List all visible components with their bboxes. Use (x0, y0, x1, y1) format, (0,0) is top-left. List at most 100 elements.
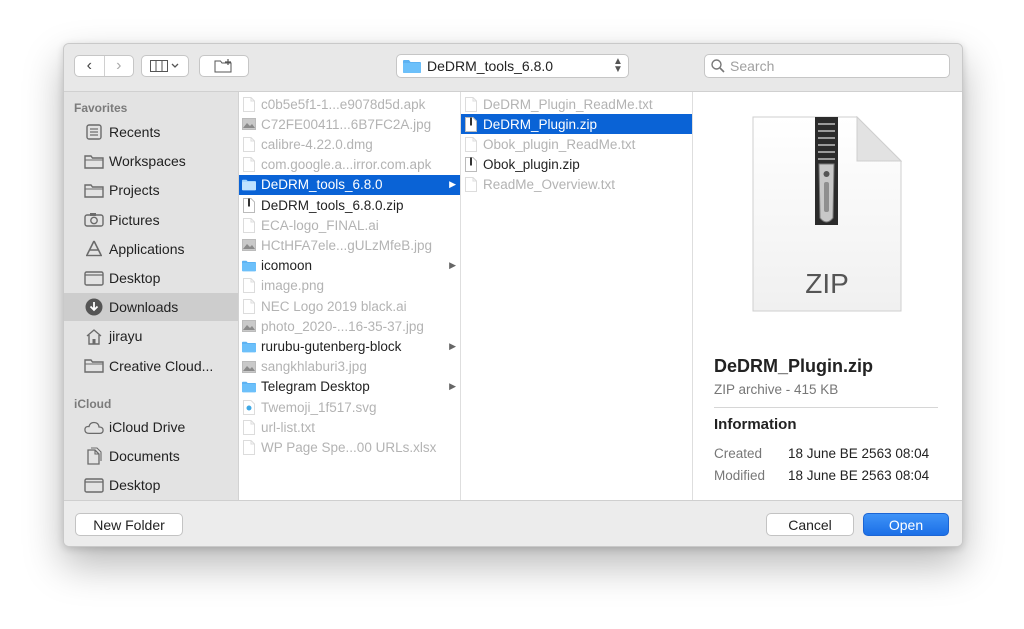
file-name: Telegram Desktop (261, 379, 370, 395)
file-name: icomoon (261, 258, 313, 274)
file-row[interactable]: ECA-logo_FINAL.ai (239, 215, 460, 235)
file-row[interactable]: C72FE00411...6B7FC2A.jpg (239, 114, 460, 134)
chevron-updown-icon: ▲ ▼ (613, 56, 623, 75)
sidebar-item-pictures[interactable]: Pictures (64, 206, 238, 234)
path-selector-label: DeDRM_tools_6.8.0 (427, 58, 554, 74)
back-button[interactable]: ‹ (75, 56, 105, 76)
sidebar-item-creative-cloud[interactable]: Creative Cloud... (64, 352, 238, 380)
file-name: Obok_plugin.zip (483, 157, 580, 173)
file-name: DeDRM_Plugin.zip (483, 116, 598, 132)
applications-icon (84, 240, 104, 258)
zip-file-icon (464, 116, 478, 132)
nav-buttons: ‹ › (74, 55, 134, 77)
chevron-right-icon: ▶ (449, 260, 456, 271)
desktop-icon (84, 476, 104, 494)
file-row[interactable]: c0b5e5f1-1...e9078d5d.apk (239, 94, 460, 114)
file-row[interactable]: url-list.txt (239, 417, 460, 437)
file-name: HCtHFA7ele...gULzMfeB.jpg (261, 237, 433, 253)
folder-icon (84, 181, 104, 199)
sidebar-item-projects[interactable]: Projects (64, 176, 238, 204)
document-icon (242, 399, 256, 415)
file-row[interactable]: photo_2020-...16-35-37.jpg (239, 316, 460, 336)
sidebar-item-label: Desktop (109, 477, 161, 494)
file-name: Twemoji_1f517.svg (261, 399, 377, 415)
document-icon (242, 419, 256, 435)
file-row[interactable]: image.png (239, 276, 460, 296)
folder-icon (242, 338, 256, 354)
open-button[interactable]: Open (863, 513, 949, 536)
file-name: photo_2020-...16-35-37.jpg (261, 318, 424, 334)
new-folder-toolbar-button[interactable] (199, 55, 249, 77)
sidebar-item-label: Documents (109, 448, 180, 465)
file-row[interactable]: DeDRM_Plugin_ReadMe.txt (461, 94, 692, 114)
sidebar-header-favorites: Favorites (74, 101, 128, 115)
created-value: 18 June BE 2563 08:04 (788, 446, 930, 461)
sidebar-item-icloud-drive[interactable]: iCloud Drive (64, 413, 238, 441)
document-icon (242, 217, 256, 233)
file-name: sangkhlaburi3.jpg (261, 359, 367, 375)
folder-row[interactable]: Telegram Desktop ▶ (239, 377, 460, 397)
folder-icon (242, 379, 256, 395)
file-name: calibre-4.22.0.dmg (261, 136, 373, 152)
file-name: NEC Logo 2019 black.ai (261, 298, 407, 314)
sidebar-item-label: jirayu (109, 328, 143, 345)
sidebar-item-documents[interactable]: Documents (64, 442, 238, 470)
file-row[interactable]: Twemoji_1f517.svg (239, 397, 460, 417)
file-name: DeDRM_Plugin_ReadMe.txt (483, 96, 653, 112)
chevron-right-icon: ▶ (449, 381, 456, 392)
forward-button[interactable]: › (105, 56, 134, 76)
zip-file-icon (464, 157, 478, 173)
sidebar-item-workspaces[interactable]: Workspaces (64, 147, 238, 175)
path-selector[interactable]: DeDRM_tools_6.8.0 ▲ ▼ (396, 54, 629, 78)
file-row[interactable]: calibre-4.22.0.dmg (239, 134, 460, 154)
modified-label: Modified (714, 468, 766, 483)
view-mode-button[interactable] (141, 55, 189, 77)
sidebar-item-jirayu[interactable]: jirayu (64, 322, 238, 350)
document-icon (464, 96, 478, 112)
sidebar-item-desktop[interactable]: Desktop (64, 264, 238, 292)
file-row[interactable]: sangkhlaburi3.jpg (239, 357, 460, 377)
file-row[interactable]: Obok_plugin.zip (461, 155, 692, 175)
file-row[interactable]: ReadMe_Overview.txt (461, 175, 692, 195)
sidebar-item-applications[interactable]: Applications (64, 235, 238, 263)
file-row[interactable]: Obok_plugin_ReadMe.txt (461, 134, 692, 154)
open-file-dialog: ‹ › DeDRM_tools_6.8.0 ▲ ▼ Search Favorit… (63, 43, 963, 547)
sidebar-item-recents[interactable]: Recents (64, 118, 238, 146)
folder-row[interactable]: DeDRM_tools_6.8.0 ▶ (239, 174, 460, 195)
file-column-downloads: c0b5e5f1-1...e9078d5d.apk C72FE00411...6B… (239, 92, 461, 500)
file-name: C72FE00411...6B7FC2A.jpg (261, 116, 432, 132)
image-file-icon (242, 318, 256, 334)
document-icon (242, 439, 256, 455)
sidebar-item-label: Projects (109, 182, 160, 199)
file-row[interactable]: com.google.a...irror.com.apk (239, 155, 460, 175)
folder-row[interactable]: icomoon ▶ (239, 256, 460, 276)
modified-value: 18 June BE 2563 08:04 (788, 468, 930, 483)
sidebar: Favorites Recents Workspaces Projects Pictu… (64, 92, 239, 500)
sidebar-item-label: Recents (109, 124, 161, 140)
preview-file-kind: ZIP archive - 415 KB (714, 382, 839, 397)
file-row[interactable]: WP Page Spe...00 URLs.xlsx (239, 437, 460, 457)
search-field[interactable]: Search (704, 54, 950, 78)
document-icon (242, 96, 256, 112)
file-row[interactable]: DeDRM_tools_6.8.0.zip (239, 195, 460, 215)
file-row[interactable]: DeDRM_Plugin.zip (461, 114, 692, 135)
new-folder-button[interactable]: New Folder (75, 513, 183, 536)
file-name: Obok_plugin_ReadMe.txt (483, 136, 636, 152)
cancel-button[interactable]: Cancel (766, 513, 854, 536)
folder-icon (84, 152, 104, 170)
folder-icon (242, 258, 256, 274)
sidebar-item-desktop[interactable]: Desktop (64, 471, 238, 499)
file-row[interactable]: NEC Logo 2019 black.ai (239, 296, 460, 316)
sidebar-item-downloads[interactable]: Downloads (64, 293, 238, 322)
document-icon (242, 278, 256, 294)
sidebar-item-label: Applications (109, 240, 185, 257)
desktop-icon (84, 269, 104, 287)
folder-icon (403, 60, 421, 73)
file-row[interactable]: HCtHFA7ele...gULzMfeB.jpg (239, 235, 460, 255)
file-name: DeDRM_tools_6.8.0 (261, 177, 383, 193)
folder-row[interactable]: rurubu-gutenberg-block ▶ (239, 336, 460, 356)
document-icon (242, 136, 256, 152)
information-heading: Information (714, 416, 797, 433)
download-icon (84, 298, 104, 316)
file-name: DeDRM_tools_6.8.0.zip (261, 197, 404, 213)
